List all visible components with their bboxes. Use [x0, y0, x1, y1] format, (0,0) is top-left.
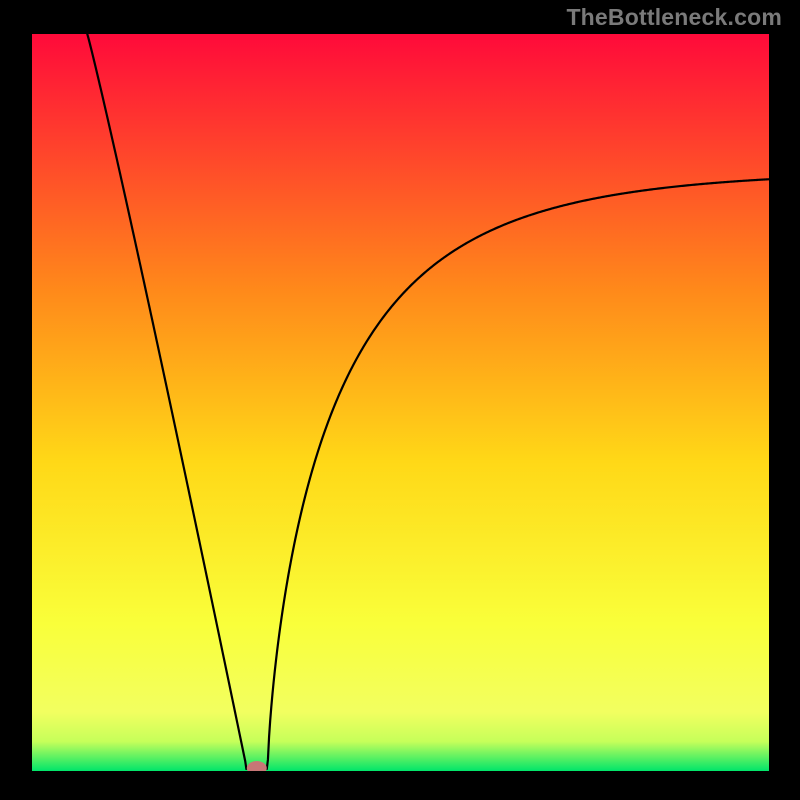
bottleneck-chart [0, 0, 800, 800]
watermark-text: TheBottleneck.com [566, 4, 782, 31]
notch-dot [247, 761, 267, 775]
gradient-background [32, 34, 769, 771]
chart-frame: TheBottleneck.com [0, 0, 800, 800]
